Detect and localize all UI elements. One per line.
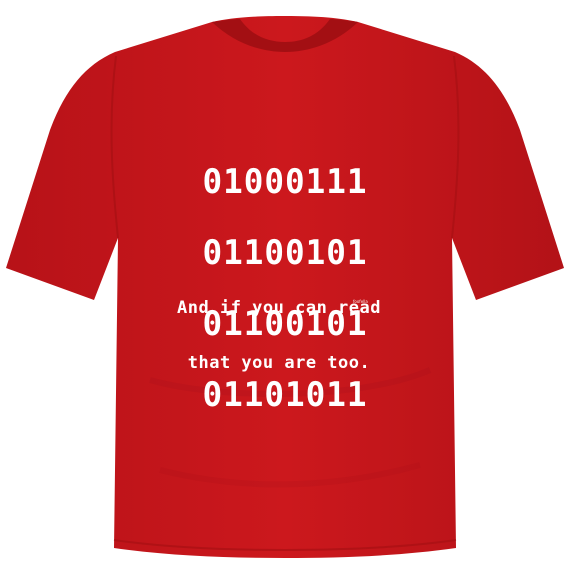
binary-line: 01000111	[202, 162, 368, 202]
tagline-print: And if you can read that you are too.	[0, 262, 564, 410]
tagline-line: And if you can read	[177, 298, 381, 318]
product-image: 01000111 01100101 01100101 01101011 And …	[0, 0, 570, 570]
tagline-line: that you are too.	[187, 353, 371, 373]
brand-logo: foofella	[353, 299, 368, 304]
